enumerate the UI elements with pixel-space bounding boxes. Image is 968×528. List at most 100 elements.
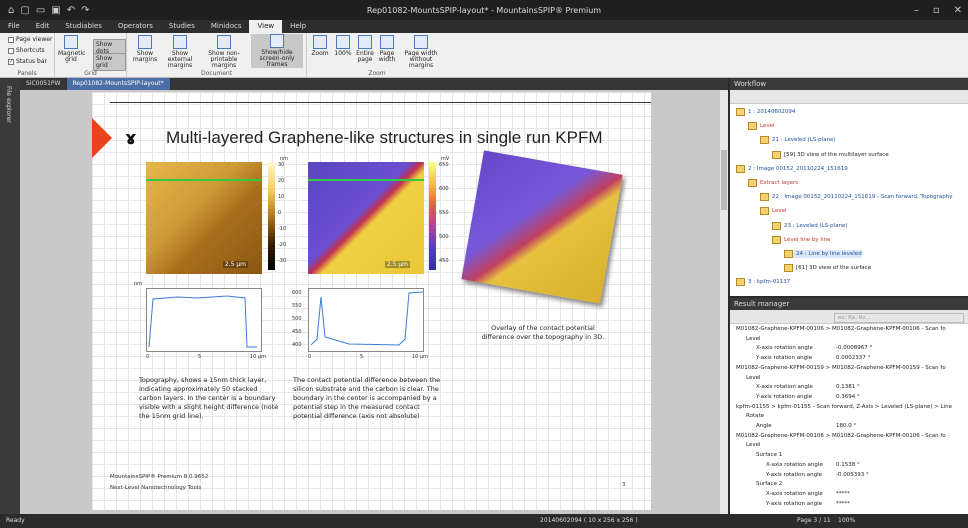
- plot1-unit: nm: [134, 281, 143, 287]
- colorbar2-tick: 650: [439, 162, 449, 168]
- grid-group: Magnetic grid Show dots Show grid Grid: [55, 33, 127, 78]
- status-bar: Ready 20140602094 ( 10 x 256 x 256 ) Pag…: [0, 514, 968, 528]
- workflow-item[interactable]: 2 : Image 00152_20110224_151619: [736, 164, 848, 173]
- colorbar1-tick: 0: [278, 210, 282, 216]
- result-row[interactable]: Y-axis rotation angle: [766, 472, 822, 478]
- workflow-item[interactable]: 21 : Leveled (LS-plane): [760, 136, 836, 145]
- show-non-printable-margins-button[interactable]: Show non-printable margins: [200, 35, 248, 69]
- layer-icon: [784, 264, 793, 273]
- open-icon[interactable]: ▭: [36, 5, 45, 16]
- layer-icon: [748, 179, 757, 187]
- plot1-xtick: 5: [198, 354, 202, 360]
- layer-icon: [760, 136, 769, 145]
- new-icon[interactable]: ▢: [20, 5, 29, 16]
- result-row[interactable]: Level: [746, 336, 761, 342]
- result-row[interactable]: X-axis rotation angle: [766, 491, 823, 497]
- result-row[interactable]: kpfm-01155 > kpfm-01155 - Scan forward, …: [736, 404, 952, 410]
- result-value: 0.1538 °: [836, 461, 860, 468]
- menu-view[interactable]: View: [249, 20, 283, 33]
- workflow-item[interactable]: Extract layers: [748, 179, 798, 187]
- panels-label: Panels: [17, 70, 37, 77]
- page-width-button[interactable]: Page width: [377, 35, 397, 63]
- result-search-input[interactable]: ex: Ra, Rz...: [834, 313, 964, 323]
- kpfm-description: The contact potential difference between…: [293, 376, 441, 420]
- colorbar2-tick: 500: [439, 234, 449, 240]
- menu-help[interactable]: Help: [282, 20, 314, 33]
- result-row[interactable]: Y-axis rotation angle: [756, 394, 812, 400]
- workflow-header: Workflow: [730, 78, 968, 90]
- workflow-item[interactable]: 1 : 20140602094: [736, 108, 795, 116]
- close-icon[interactable]: ✕: [954, 5, 962, 16]
- topography-image: 2.5 µm: [146, 162, 262, 274]
- zoom-100-icon: [336, 35, 350, 49]
- result-row[interactable]: X-axis rotation angle: [756, 345, 813, 351]
- home-icon[interactable]: ⌂: [8, 5, 14, 16]
- zoom-button[interactable]: Zoom: [310, 35, 330, 57]
- undo-icon[interactable]: ↶: [67, 5, 75, 16]
- result-row[interactable]: M01082-Graphene-KPFM-00106 > M01082-Grap…: [736, 326, 946, 332]
- magnetic-grid-button[interactable]: Magnetic grid: [58, 35, 85, 63]
- maximize-icon[interactable]: ▫: [933, 5, 940, 16]
- status-bar-check[interactable]: ✓ Status bar: [8, 58, 47, 65]
- overlay-3d-image: [461, 150, 623, 304]
- result-row[interactable]: Surface 2: [756, 481, 782, 487]
- page-width-no-margins-button[interactable]: Page width without margins: [401, 35, 441, 69]
- result-row[interactable]: Y-axis rotation angle: [756, 355, 812, 361]
- workflow-item[interactable]: [61] 3D view of the surface: [784, 264, 871, 273]
- entire-page-button[interactable]: Entire page: [355, 35, 375, 63]
- file-explorer-tab[interactable]: File explorer: [0, 78, 20, 514]
- workflow-item[interactable]: 22 : Image 00152_20110224_151619 - Scan …: [760, 193, 953, 202]
- result-row[interactable]: Rotate: [746, 413, 764, 419]
- result-row[interactable]: X-axis rotation angle: [756, 384, 813, 390]
- doc-tab-sic[interactable]: SiC0051PW: [20, 78, 67, 90]
- menu-operators[interactable]: Operators: [110, 20, 161, 33]
- workflow-item[interactable]: 24 : Line by line leveled: [784, 250, 862, 258]
- menu-file[interactable]: File: [0, 20, 28, 33]
- profile2-svg: [310, 291, 424, 346]
- result-value: -0.0008967 °: [836, 345, 873, 352]
- workflow-item[interactable]: Level: [760, 207, 787, 216]
- result-row[interactable]: M01082-Graphene-KPFM-00159 > M01082-Grap…: [736, 365, 946, 371]
- vertical-scrollbar[interactable]: [720, 90, 728, 514]
- show-margins-button[interactable]: Show margins: [130, 35, 160, 63]
- zoom-100-button[interactable]: 100%: [333, 35, 353, 57]
- menu-edit[interactable]: Edit: [28, 20, 58, 33]
- doc-tab-rep[interactable]: Rep01082-MountsSPIP-layout*: [66, 78, 170, 90]
- layer-icon: [772, 221, 781, 230]
- menu-studiables[interactable]: Studiables: [57, 20, 110, 33]
- status-info: 20140602094 ( 10 x 256 x 256 ): [540, 517, 638, 524]
- document-canvas[interactable]: ɤ Multi-layered Graphene-like structures…: [20, 90, 720, 514]
- result-row[interactable]: X-axis rotation angle: [766, 462, 823, 468]
- result-row[interactable]: Level: [746, 375, 761, 381]
- workflow-item[interactable]: 3 : kpfm-01137: [736, 278, 791, 287]
- menu-minidocs[interactable]: Minidocs: [203, 20, 250, 33]
- workflow-panel: Workflow 1 : 20140602094 Level 21 : Levele…: [730, 78, 968, 296]
- screen-frames-icon: [270, 34, 284, 48]
- overlay-caption: Overlay of the contact potential differe…: [481, 324, 605, 341]
- colorbar-kpfm: [429, 162, 436, 270]
- result-row[interactable]: Y-axis rotation angle: [766, 501, 822, 507]
- show-hide-screen-frames-button[interactable]: Show/hide screen-only frames: [251, 34, 303, 68]
- shortcuts-check[interactable]: Shortcuts: [8, 47, 45, 54]
- result-row[interactable]: Surface 1: [756, 452, 782, 458]
- result-row[interactable]: Level: [746, 442, 761, 448]
- scrollbar-thumb[interactable]: [721, 150, 727, 210]
- save-icon[interactable]: ▣: [51, 5, 60, 16]
- page-viewer-check[interactable]: Page viewer: [8, 36, 52, 43]
- result-row[interactable]: M01082-Graphene-KPFM-00106 > M01082-Grap…: [736, 433, 946, 439]
- show-grid-button[interactable]: Show grid: [93, 53, 126, 71]
- status-zoom[interactable]: 100%: [838, 517, 855, 524]
- show-external-margins-button[interactable]: Show external margins: [162, 35, 198, 69]
- workflow-item[interactable]: [59] 3D view of the multilayer surface: [772, 150, 889, 159]
- menu-studies[interactable]: Studies: [161, 20, 203, 33]
- workflow-item-label: 3 : kpfm-01137: [748, 279, 791, 286]
- layer-icon: [736, 164, 745, 173]
- redo-icon[interactable]: ↷: [81, 5, 89, 16]
- footer-product: MountainsSPIP® Premium 8.0.9652: [110, 474, 209, 480]
- workflow-item[interactable]: Level: [748, 122, 775, 131]
- brand-flag: [92, 118, 112, 158]
- workflow-item[interactable]: Level line by line: [772, 235, 830, 244]
- workflow-item[interactable]: 23 : Leveled (LS-plane): [772, 221, 848, 230]
- minimize-icon[interactable]: –: [914, 5, 919, 16]
- result-row[interactable]: Angle: [756, 423, 772, 429]
